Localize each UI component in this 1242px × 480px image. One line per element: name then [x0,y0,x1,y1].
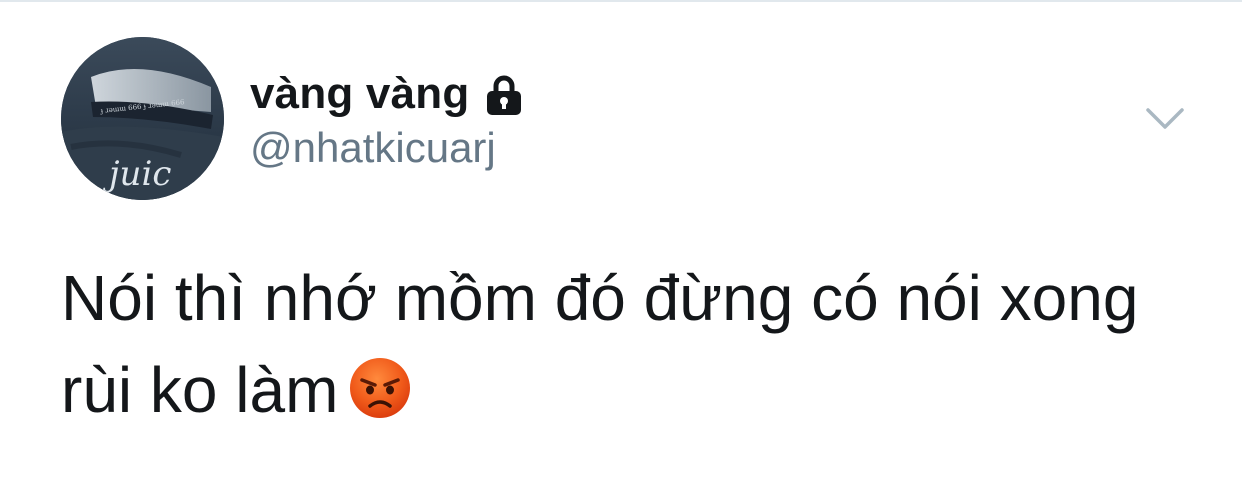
profile-avatar[interactable]: ɟ ɹǝɯɯ 666 ɟ ɹǝɯɯ 666 juic [61,37,224,200]
tweet-text: Nói thì nhớ mồm đó đừng có nói xong rùi … [61,262,1157,426]
avatar-image: ɟ ɹǝɯɯ 666 ɟ ɹǝɯɯ 666 juic [61,37,224,200]
name-row: vàng vàng [250,66,525,122]
avatar-lettering: juic [102,154,171,194]
user-handle[interactable]: @nhatkicuarj [250,124,525,172]
angry-face-emoji [348,352,412,418]
chevron-down-icon [1146,108,1184,129]
tweet-body: Nói thì nhớ mồm đó đừng có nói xong rùi … [61,252,1201,436]
tweet-menu-button[interactable] [1145,106,1185,132]
user-info: vàng vàng @nhatkicuarj [250,66,525,172]
tweet-card: ɟ ɹǝɯɯ 666 ɟ ɹǝɯɯ 666 juic vàng vàng @nh… [0,0,1242,480]
lock-icon [483,75,525,117]
display-name[interactable]: vàng vàng [250,69,469,119]
